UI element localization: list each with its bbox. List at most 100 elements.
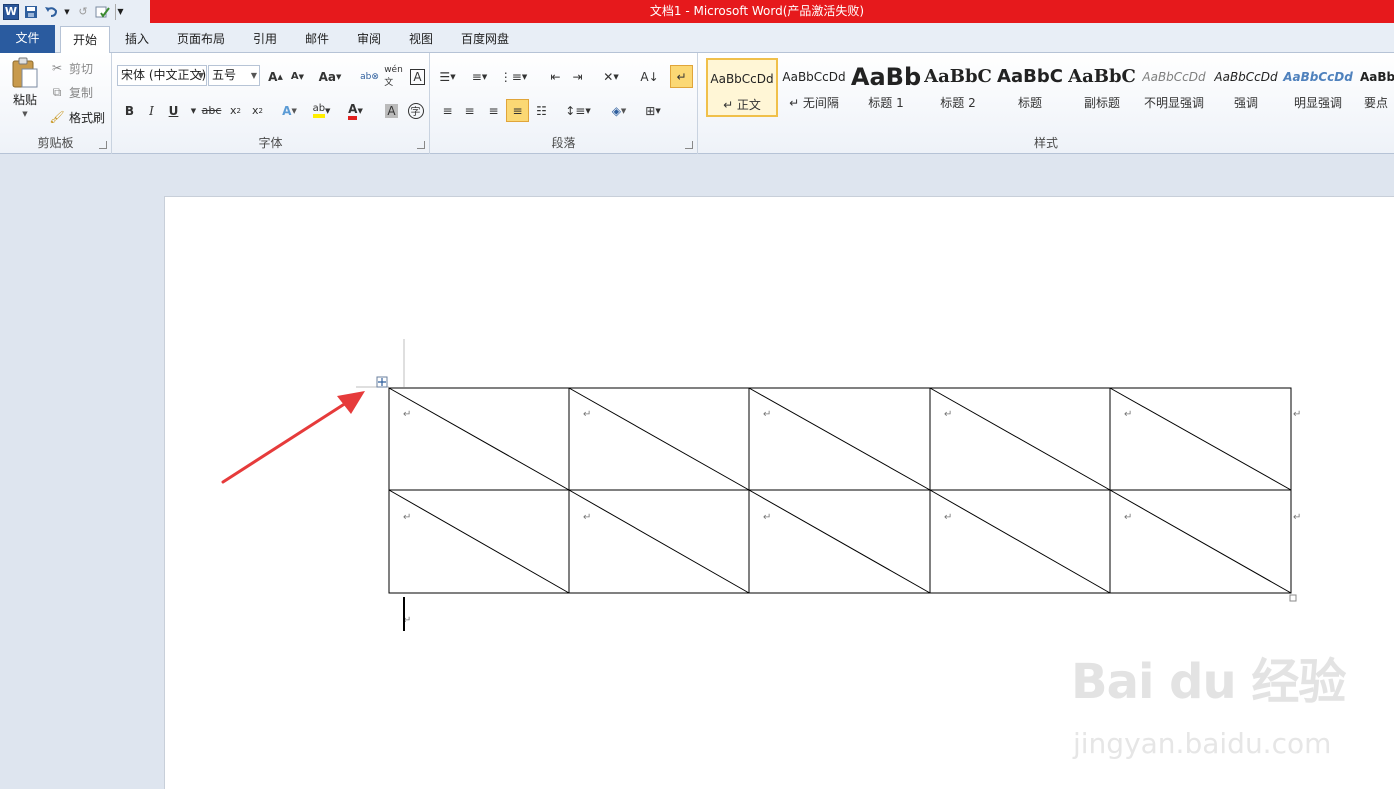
font-launcher-icon[interactable] — [417, 141, 425, 149]
style-subtitle[interactable]: AaBbC 副标题 — [1066, 58, 1138, 117]
shading-icon[interactable]: ◈ ▼ — [604, 99, 634, 122]
paragraph-mark: ↵ — [763, 409, 771, 420]
multilevel-list-icon[interactable]: ⋮≡ ▼ — [500, 65, 527, 88]
style-name: 不明显强调 — [1143, 96, 1204, 110]
table-move-handle-icon[interactable] — [376, 376, 388, 388]
sort-icon[interactable]: A↓ — [638, 65, 661, 88]
document-canvas: ↵ ↵ ↵ ↵ ↵ ↵ ↵ ↵ ↵ ↵ ↵ ↵ ↵ — [221, 339, 1301, 631]
text-effects-icon[interactable]: A ▼ — [278, 99, 301, 122]
decrease-indent-icon[interactable]: ⇤ — [544, 65, 567, 88]
tab-baidu-netdisk[interactable]: 百度网盘 — [452, 26, 518, 53]
document-workspace[interactable]: ↵ ↵ ↵ ↵ ↵ ↵ ↵ ↵ ↵ ↵ ↵ ↵ ↵ Bai du 经验 jing… — [0, 154, 1394, 789]
shrink-font-icon[interactable]: A ▼ — [286, 65, 309, 88]
style-name: 标题 1 — [868, 96, 904, 110]
format-painter-button[interactable]: 🖌 格式刷 — [48, 108, 105, 126]
paragraph-mark: ↵ — [403, 409, 411, 420]
ribbon-tabs: 文件 开始 插入 页面布局 引用 邮件 审阅 视图 百度网盘 — [0, 23, 1394, 54]
distributed-icon[interactable]: ☷ — [530, 99, 553, 122]
align-center-icon[interactable]: ≡ — [458, 99, 481, 122]
font-group: 宋体 (中文正文) ▼ 五号 ▼ A ▲ A ▼ Aa ▼ ab⊗ wén 文 A B I … — [112, 53, 430, 154]
paragraph-mark: ↵ — [944, 512, 952, 523]
clipboard-launcher-icon[interactable] — [99, 141, 107, 149]
cell-diagonal — [1109, 489, 1292, 594]
justify-icon[interactable]: ≡ — [506, 99, 529, 122]
style-name: 标题 2 — [940, 96, 976, 110]
style-preview: AaBbCcDd — [1214, 70, 1278, 84]
paragraph-mark: ↵ — [1124, 512, 1132, 523]
tab-view[interactable]: 视图 — [400, 26, 442, 53]
style-preview: AaBbCcDd — [710, 72, 774, 86]
chinese-layout-icon[interactable]: ✕ ▼ — [596, 65, 626, 88]
style-preview: AaBbCcDd — [1142, 70, 1206, 84]
paste-dropdown-icon[interactable]: ▼ — [22, 110, 27, 118]
style-preview: AaBb — [1360, 70, 1394, 84]
numbering-icon[interactable]: ≡ ▼ — [468, 65, 491, 88]
paste-button[interactable]: 粘贴 ▼ — [8, 57, 42, 118]
enclose-character-icon[interactable]: 字 — [404, 99, 427, 122]
borders-icon[interactable]: ⊞ ▼ — [638, 99, 668, 122]
undo-icon[interactable] — [43, 4, 59, 20]
style-name: 要点 — [1364, 96, 1389, 110]
paragraph-mark: ↵ — [583, 409, 591, 420]
italic-icon[interactable]: I — [140, 99, 163, 122]
bold-icon[interactable]: B — [118, 99, 141, 122]
font-size-select[interactable]: 五号 ▼ — [208, 65, 260, 86]
paste-label: 粘贴 — [12, 93, 37, 107]
character-shading-icon[interactable]: A — [380, 99, 403, 122]
style-heading-1[interactable]: AaBb 标题 1 — [850, 58, 922, 117]
increase-indent-icon[interactable]: ⇥ — [566, 65, 589, 88]
paragraph-launcher-icon[interactable] — [685, 141, 693, 149]
tab-page-layout[interactable]: 页面布局 — [170, 26, 232, 53]
show-paragraph-marks-icon[interactable]: ↵ — [670, 65, 693, 88]
spellcheck-icon[interactable] — [95, 4, 111, 20]
style-name: 明显强调 — [1293, 96, 1342, 110]
chevron-down-icon: ▼ — [197, 71, 204, 80]
tab-file[interactable]: 文件 — [0, 25, 55, 53]
style-heading-2[interactable]: AaBbC 标题 2 — [922, 58, 994, 117]
line-spacing-icon[interactable]: ↕≡ ▼ — [564, 99, 592, 122]
style-normal[interactable]: AaBbCcDd ↵ 正文 — [706, 58, 778, 117]
subscript-icon[interactable]: x2 — [224, 99, 247, 122]
character-border-icon[interactable]: A — [406, 65, 429, 88]
style-intense-emphasis[interactable]: AaBbCcDd 明显强调 — [1282, 58, 1354, 117]
style-emphasis[interactable]: AaBbCcDd 强调 — [1210, 58, 1282, 117]
copy-button[interactable]: ⧉ 复制 — [48, 83, 93, 101]
highlight-icon[interactable]: ab ▼ — [310, 99, 333, 122]
align-left-icon[interactable]: ≡ — [436, 99, 459, 122]
tab-references[interactable]: 引用 — [244, 26, 286, 53]
superscript-icon[interactable]: x2 — [246, 99, 269, 122]
style-name: 副标题 — [1083, 96, 1120, 110]
diagonal-table[interactable] — [388, 387, 1292, 594]
redo-icon[interactable]: ↺ — [75, 4, 91, 20]
document-page[interactable]: ↵ ↵ ↵ ↵ ↵ ↵ ↵ ↵ ↵ ↵ ↵ ↵ ↵ Bai du 经验 jing… — [164, 196, 1394, 789]
tab-mailings[interactable]: 邮件 — [296, 26, 338, 53]
font-color-icon[interactable]: A ▼ — [344, 99, 367, 122]
tab-insert[interactable]: 插入 — [116, 26, 158, 53]
align-right-icon[interactable]: ≡ — [482, 99, 505, 122]
font-name-select[interactable]: 宋体 (中文正文) ▼ — [117, 65, 207, 86]
clipboard-group: 粘贴 ▼ ✂ 剪切 ⧉ 复制 🖌 格式刷 剪贴板 — [0, 53, 112, 154]
clear-formatting-icon[interactable]: ab⊗ — [358, 65, 381, 88]
style-title[interactable]: AaBbC 标题 — [994, 58, 1066, 117]
style-preview: AaBbC — [997, 66, 1063, 87]
bullets-icon[interactable]: ☰ ▼ — [436, 65, 459, 88]
style-no-spacing[interactable]: AaBbCcDd ↵ 无间隔 — [778, 58, 850, 117]
phonetic-guide-icon[interactable]: wén 文 — [382, 65, 405, 88]
paragraph-mark: ↵ — [944, 409, 952, 420]
grow-font-icon[interactable]: A ▲ — [264, 65, 287, 88]
table-resize-handle[interactable] — [1289, 594, 1297, 602]
customize-toolbar-icon[interactable]: ▼ — [115, 3, 125, 20]
cut-button[interactable]: ✂ 剪切 — [48, 59, 93, 77]
style-subtle-emphasis[interactable]: AaBbCcDd 不明显强调 — [1138, 58, 1210, 117]
tab-home[interactable]: 开始 — [60, 26, 110, 54]
change-case-icon[interactable]: Aa ▼ — [316, 65, 344, 88]
tab-review[interactable]: 审阅 — [348, 26, 390, 53]
strikethrough-icon[interactable]: abc — [200, 99, 223, 122]
save-icon[interactable] — [23, 4, 39, 20]
format-painter-icon: 🖌 — [49, 110, 65, 124]
word-logo-icon[interactable]: W — [3, 3, 19, 20]
cell-diagonal — [388, 489, 570, 594]
undo-dropdown-icon[interactable]: ▼ — [63, 4, 71, 20]
style-strong[interactable]: AaBb 要点 — [1354, 58, 1394, 117]
paragraph-group: ☰ ▼ ≡ ▼ ⋮≡ ▼ ⇤ ⇥ ✕ ▼ A↓ ↵ ≡ ≡ ≡ ≡ ☷ ↕≡ ▼ ◈ ▼ ⊞… — [430, 53, 698, 154]
